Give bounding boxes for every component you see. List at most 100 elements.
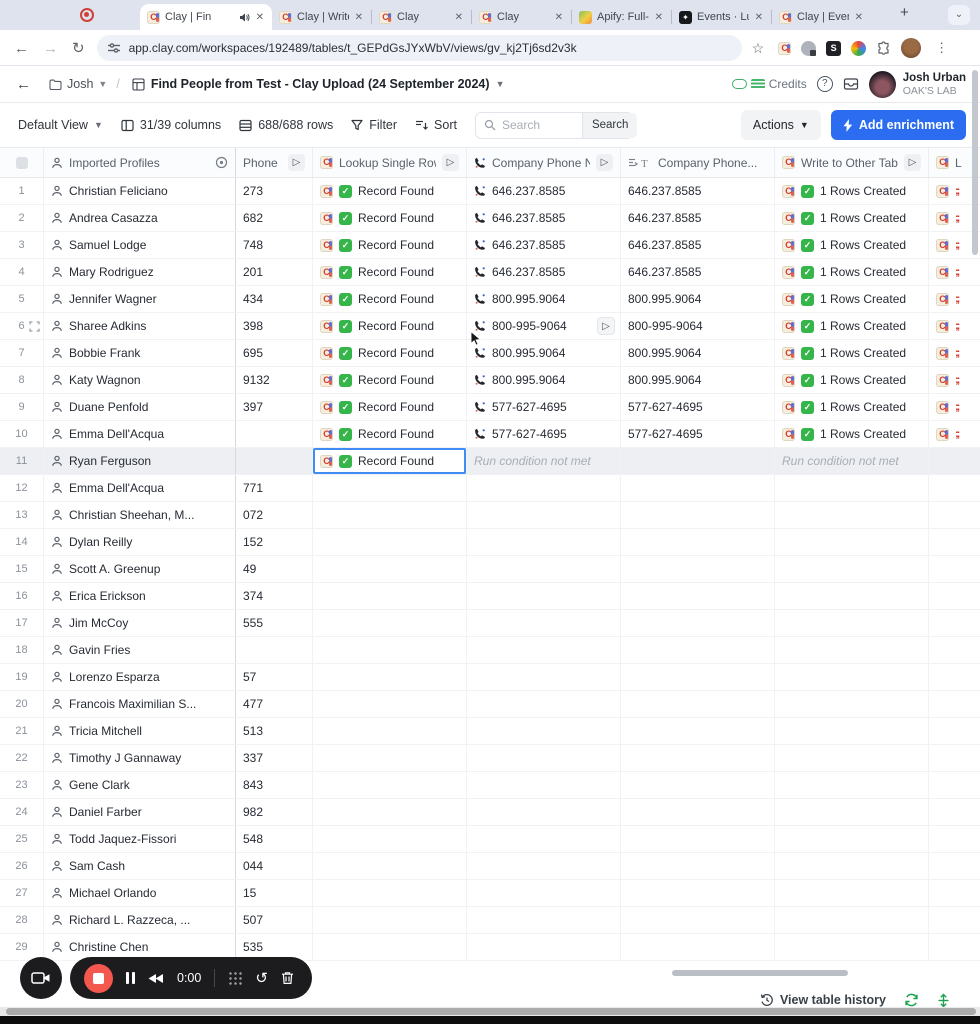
- company-phone-cell[interactable]: 646.237.8585: [467, 205, 621, 231]
- table-row[interactable]: 15 Scott A. Greenup 49: [0, 556, 980, 583]
- company-phone-text-cell[interactable]: [621, 826, 775, 852]
- phone-cell[interactable]: 507: [236, 907, 313, 933]
- write-cell[interactable]: C ✓ 1 Rows Created: [775, 259, 929, 285]
- write-cell[interactable]: [775, 745, 929, 771]
- name-cell[interactable]: Katy Wagnon: [44, 367, 236, 393]
- extra-cell[interactable]: [929, 448, 980, 474]
- lookup-cell[interactable]: C ✓ Record Found: [313, 232, 467, 258]
- name-cell[interactable]: Todd Jaquez-Fissori: [44, 826, 236, 852]
- company-phone-cell[interactable]: [467, 610, 621, 636]
- table-row[interactable]: 5 Jennifer Wagner 434 C ✓ Record Found 800.995…: [0, 286, 980, 313]
- write-cell[interactable]: [775, 610, 929, 636]
- row-number-cell[interactable]: 12: [0, 475, 44, 501]
- company-phone-cell[interactable]: [467, 826, 621, 852]
- name-cell[interactable]: Richard L. Razzeca, ...: [44, 907, 236, 933]
- company-phone-cell[interactable]: [467, 799, 621, 825]
- write-cell[interactable]: [775, 799, 929, 825]
- lookup-cell[interactable]: C ✓ Record Found: [313, 259, 467, 285]
- write-cell[interactable]: C ✓ 1 Rows Created: [775, 205, 929, 231]
- phone-cell[interactable]: 555: [236, 610, 313, 636]
- phone-cell[interactable]: 548: [236, 826, 313, 852]
- reload-icon[interactable]: ↻: [72, 39, 85, 57]
- browser-tab[interactable]: C Clay ✕: [372, 4, 471, 30]
- extra-cell[interactable]: [929, 664, 980, 690]
- s-extension-icon[interactable]: S: [826, 40, 842, 56]
- write-cell[interactable]: [775, 502, 929, 528]
- tab-close-icon[interactable]: ✕: [354, 12, 364, 23]
- row-number-cell[interactable]: 14: [0, 529, 44, 555]
- company-phone-text-cell[interactable]: [621, 691, 775, 717]
- site-info-icon[interactable]: [107, 41, 121, 55]
- name-cell[interactable]: Scott A. Greenup: [44, 556, 236, 582]
- app-back-icon[interactable]: ←: [16, 76, 31, 93]
- lookup-cell[interactable]: C ✓ Record Found: [313, 205, 467, 231]
- column-header-lookup[interactable]: C Lookup Single Row .. ▷: [313, 148, 467, 177]
- lookup-cell[interactable]: C ✓ Record Found: [313, 286, 467, 312]
- lookup-cell[interactable]: [313, 583, 467, 609]
- table-row[interactable]: 11 Ryan Ferguson C ✓ Record Found Run conditi…: [0, 448, 980, 475]
- phone-cell[interactable]: 748: [236, 232, 313, 258]
- run-column-button[interactable]: ▷: [596, 154, 613, 171]
- name-cell[interactable]: Mary Rodriguez: [44, 259, 236, 285]
- add-enrichment-button[interactable]: Add enrichment: [830, 110, 966, 140]
- workspace-name[interactable]: Josh: [67, 77, 93, 91]
- lookup-cell[interactable]: C ✓ Record Found: [313, 394, 467, 420]
- table-row[interactable]: 23 Gene Clark 843: [0, 772, 980, 799]
- write-cell[interactable]: [775, 934, 929, 960]
- new-tab-button[interactable]: +: [900, 4, 909, 21]
- run-column-button[interactable]: ▷: [288, 154, 305, 171]
- extra-cell[interactable]: [929, 880, 980, 906]
- phone-cell[interactable]: 57: [236, 664, 313, 690]
- phone-cell[interactable]: 434: [236, 286, 313, 312]
- company-phone-cell[interactable]: [467, 637, 621, 663]
- company-phone-cell[interactable]: 800-995-9064 ▷: [467, 313, 621, 339]
- vertical-scrollbar[interactable]: [972, 70, 978, 255]
- company-phone-text-cell[interactable]: [621, 853, 775, 879]
- row-number-cell[interactable]: 27: [0, 880, 44, 906]
- extra-cell[interactable]: [929, 583, 980, 609]
- row-number-cell[interactable]: 17: [0, 610, 44, 636]
- row-number-cell[interactable]: 20: [0, 691, 44, 717]
- row-number-cell[interactable]: 6: [0, 313, 44, 339]
- run-column-button[interactable]: ▷: [442, 154, 459, 171]
- write-cell[interactable]: [775, 664, 929, 690]
- extra-cell[interactable]: [929, 907, 980, 933]
- row-number-cell[interactable]: 16: [0, 583, 44, 609]
- row-number-cell[interactable]: 18: [0, 637, 44, 663]
- extra-cell[interactable]: [929, 772, 980, 798]
- omnibox[interactable]: app.clay.com/workspaces/192489/tables/t_…: [96, 35, 742, 61]
- name-cell[interactable]: Christian Feliciano: [44, 178, 236, 204]
- credits-indicator[interactable]: Credits: [731, 77, 807, 91]
- lookup-cell[interactable]: [313, 718, 467, 744]
- extra-cell[interactable]: C;;: [929, 367, 980, 393]
- company-phone-text-cell[interactable]: [621, 799, 775, 825]
- name-cell[interactable]: Samuel Lodge: [44, 232, 236, 258]
- name-cell[interactable]: Jim McCoy: [44, 610, 236, 636]
- rows-button[interactable]: 688/688 rows: [239, 118, 333, 132]
- row-number-cell[interactable]: 11: [0, 448, 44, 474]
- write-cell[interactable]: [775, 637, 929, 663]
- company-phone-cell[interactable]: [467, 880, 621, 906]
- company-phone-cell[interactable]: 800.995.9064: [467, 340, 621, 366]
- table-row[interactable]: 26 Sam Cash 044: [0, 853, 980, 880]
- lookup-cell[interactable]: C ✓ Record Found: [313, 448, 467, 474]
- name-cell[interactable]: Duane Penfold: [44, 394, 236, 420]
- lookup-cell[interactable]: [313, 502, 467, 528]
- company-phone-text-cell[interactable]: 800.995.9064: [621, 340, 775, 366]
- company-phone-text-cell[interactable]: 646.237.8585: [621, 259, 775, 285]
- back-icon[interactable]: ←: [14, 40, 29, 57]
- table-row[interactable]: 10 Emma Dell'Acqua C ✓ Record Found 577-627-4…: [0, 421, 980, 448]
- table-row[interactable]: 22 Timothy J Gannaway 337: [0, 745, 980, 772]
- company-phone-cell[interactable]: 646.237.8585: [467, 232, 621, 258]
- company-phone-text-cell[interactable]: [621, 637, 775, 663]
- extra-cell[interactable]: C;;: [929, 313, 980, 339]
- extra-cell[interactable]: [929, 502, 980, 528]
- table-row[interactable]: 2 Andrea Casazza 682 C ✓ Record Found 646.237.…: [0, 205, 980, 232]
- privacy-extension-icon[interactable]: [801, 40, 817, 56]
- lookup-cell[interactable]: C ✓ Record Found: [313, 178, 467, 204]
- filter-button[interactable]: Filter: [351, 118, 397, 132]
- table-row[interactable]: 14 Dylan Reilly 152: [0, 529, 980, 556]
- row-number-cell[interactable]: 4: [0, 259, 44, 285]
- browser-tab[interactable]: C Clay | Events ✕: [772, 4, 871, 30]
- table-row[interactable]: 25 Todd Jaquez-Fissori 548: [0, 826, 980, 853]
